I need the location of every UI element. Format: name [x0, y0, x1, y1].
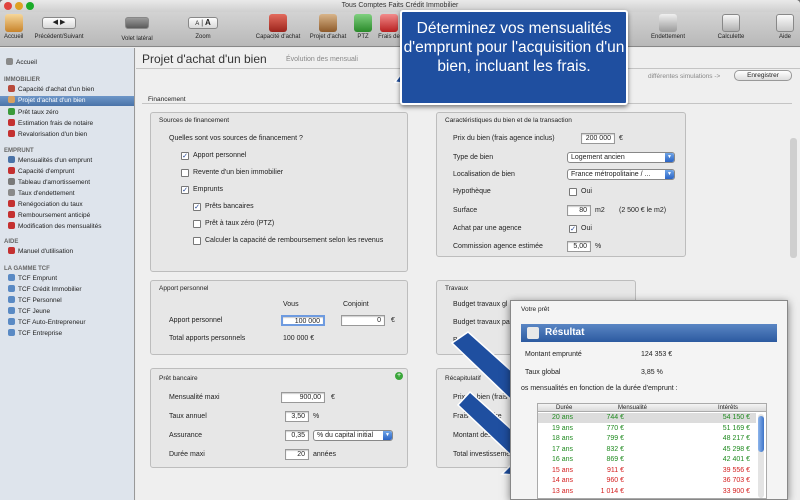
table-row[interactable]: 16 ans 869 € 42 401 € — [538, 455, 756, 465]
row-duree: 13 ans — [552, 487, 574, 495]
result-header: Résultat — [521, 324, 777, 342]
taux-global-label: Taux global — [525, 369, 561, 376]
row-mensualite: 832 € — [606, 445, 624, 453]
result-panel-title: Votre prêt — [521, 306, 550, 313]
row-duree: 20 ans — [552, 414, 574, 421]
result-title: Résultat — [545, 327, 585, 338]
row-mensualite: 770 € — [606, 424, 624, 432]
row-duree: 15 ans — [552, 466, 574, 474]
table-caption: os mensualités en fonction de la durée d… — [521, 385, 678, 392]
row-duree: 14 ans — [552, 477, 574, 484]
row-mensualite: 1 014 € — [600, 487, 624, 495]
row-interets: 48 217 € — [722, 435, 750, 442]
table-row[interactable]: 15 ans 911 € 39 556 € — [538, 466, 756, 476]
app-window: Tous Comptes Faits Crédit Immobilier Acc… — [0, 0, 800, 500]
mensualites-table: Durée Mensualité Intérêts 20 ans 744 € 54 … — [537, 403, 767, 499]
row-mensualite: 799 € — [606, 435, 624, 442]
table-row[interactable]: 17 ans 832 € 45 298 € — [538, 445, 756, 455]
table-header-row: Durée Mensualité Intérêts — [538, 404, 766, 412]
col-interets-header: Intérêts — [718, 405, 739, 411]
scroll-thumb[interactable] — [758, 416, 764, 452]
table-row[interactable]: 13 ans 1 014 € 33 900 € — [538, 487, 756, 497]
table-scrollbar[interactable] — [758, 414, 764, 498]
result-panel: Votre prêt Résultat Montant emprunté 124… — [510, 300, 788, 500]
row-interets: 42 401 € — [722, 456, 750, 463]
row-interets: 39 556 € — [722, 466, 750, 474]
row-interets: 51 169 € — [722, 424, 750, 432]
table-row[interactable]: 20 ans 744 € 54 150 € — [538, 413, 756, 423]
taux-global-value: 3,85 % — [641, 369, 663, 376]
row-interets: 36 703 € — [722, 477, 750, 484]
row-interets: 54 150 € — [722, 414, 750, 421]
document-icon — [527, 327, 539, 339]
col-mensualite-header: Mensualité — [618, 405, 648, 411]
table-row[interactable]: 18 ans 799 € 48 217 € — [538, 434, 756, 444]
col-duree-header: Durée — [556, 405, 573, 411]
row-mensualite: 869 € — [606, 456, 624, 463]
row-mensualite: 911 € — [607, 466, 624, 474]
callout-text: Déterminez vos mensualités d'emprunt pou… — [403, 20, 625, 75]
row-duree: 17 ans — [552, 445, 574, 453]
montant-emprunte-label: Montant emprunté — [525, 351, 582, 358]
row-duree: 18 ans — [552, 435, 574, 442]
row-mensualite: 744 € — [606, 414, 624, 421]
row-duree: 19 ans — [552, 424, 574, 432]
table-row[interactable]: 19 ans 770 € 51 169 € — [538, 424, 756, 434]
row-duree: 16 ans — [552, 456, 574, 463]
montant-emprunte-value: 124 353 € — [641, 351, 673, 358]
table-row[interactable]: 14 ans 960 € 36 703 € — [538, 476, 756, 486]
callout-box: Déterminez vos mensualités d'emprunt pou… — [400, 10, 628, 105]
row-interets: 45 298 € — [722, 445, 750, 453]
row-interets: 33 900 € — [722, 487, 750, 495]
row-mensualite: 960 € — [606, 477, 624, 484]
